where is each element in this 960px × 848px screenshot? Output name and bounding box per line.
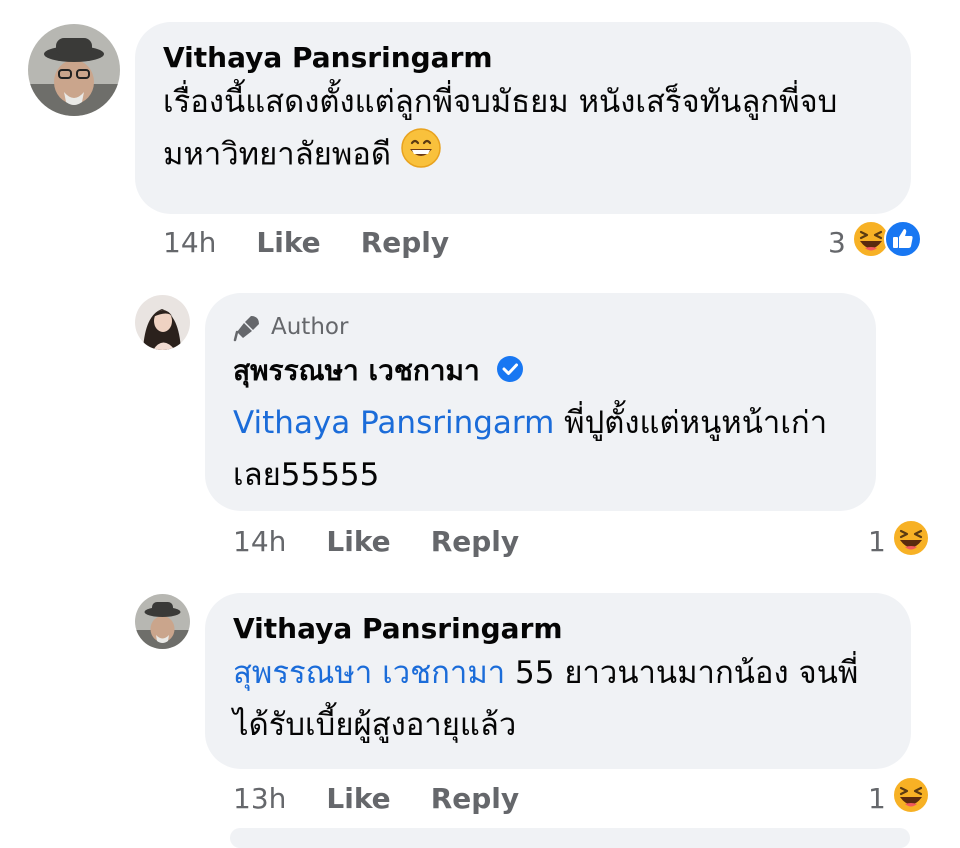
haha-reaction-icon — [891, 775, 930, 821]
comment-author: สุพรรณษา เวชกามา — [233, 353, 876, 393]
like-reaction-icon — [883, 219, 922, 265]
like-button[interactable]: Like — [326, 525, 390, 558]
comment-author-name[interactable]: สุพรรณษา เวชกามา — [233, 354, 480, 387]
comment-text: เรื่องนี้แสดงตั้งแต่ลูกพี่จบมัธยม หนังเส… — [163, 76, 893, 184]
comment-time[interactable]: 14h — [163, 226, 216, 259]
comment-time[interactable]: 13h — [233, 782, 286, 815]
avatar-vithaya[interactable] — [135, 594, 190, 649]
like-button[interactable]: Like — [326, 782, 390, 815]
reply-button[interactable]: Reply — [431, 782, 519, 815]
comment-time[interactable]: 14h — [233, 525, 286, 558]
microphone-icon — [233, 316, 259, 342]
mention-link[interactable]: สุพรรณษา เวชกามา — [233, 655, 505, 691]
comment-text: Vithaya Pansringarm พี่ปูตั้งแต่หนูหน้าเ… — [233, 397, 858, 501]
comment-author[interactable]: Vithaya Pansringarm — [233, 611, 911, 647]
reaction-summary[interactable]: 1 — [868, 775, 930, 821]
comment-meta: 14h Like Reply — [233, 521, 519, 561]
mention-link[interactable]: Vithaya Pansringarm — [233, 405, 554, 441]
comment-text: สุพรรณษา เวชกามา 55 ยาวนานมากน้อง จนพี่ไ… — [233, 647, 893, 751]
comment-bubble: Vithaya Pansringarm สุพรรณษา เวชกามา 55 … — [205, 593, 911, 769]
like-button[interactable]: Like — [256, 226, 320, 259]
avatar-suphannasa[interactable] — [135, 295, 190, 350]
comment-bubble: Vithaya Pansringarm เรื่องนี้แสดงตั้งแต่… — [135, 22, 911, 214]
haha-reaction-icon — [891, 518, 930, 564]
author-badge-label: Author — [271, 314, 349, 340]
reaction-summary[interactable]: 1 — [868, 518, 930, 564]
comment-meta: 14h Like Reply — [163, 222, 449, 262]
comment-author[interactable]: Vithaya Pansringarm — [163, 40, 911, 76]
reply-button[interactable]: Reply — [431, 525, 519, 558]
grinning-face-emoji-icon — [401, 128, 441, 184]
comment-text-content: เรื่องนี้แสดงตั้งแต่ลูกพี่จบมัธยม หนังเส… — [163, 84, 838, 173]
reply-button[interactable]: Reply — [361, 226, 449, 259]
avatar-vithaya[interactable] — [28, 24, 120, 116]
author-badge: Author — [233, 311, 876, 343]
reaction-summary[interactable]: 3 — [828, 219, 922, 265]
comment-bubble: Author สุพรรณษา เวชกามา Vithaya Pansring… — [205, 293, 876, 511]
comment-meta: 13h Like Reply — [233, 778, 519, 818]
reaction-count: 3 — [828, 225, 846, 259]
reaction-count: 1 — [868, 524, 886, 558]
next-comment-bubble-edge — [230, 828, 910, 848]
reaction-count: 1 — [868, 781, 886, 815]
verified-badge-icon — [495, 354, 525, 393]
